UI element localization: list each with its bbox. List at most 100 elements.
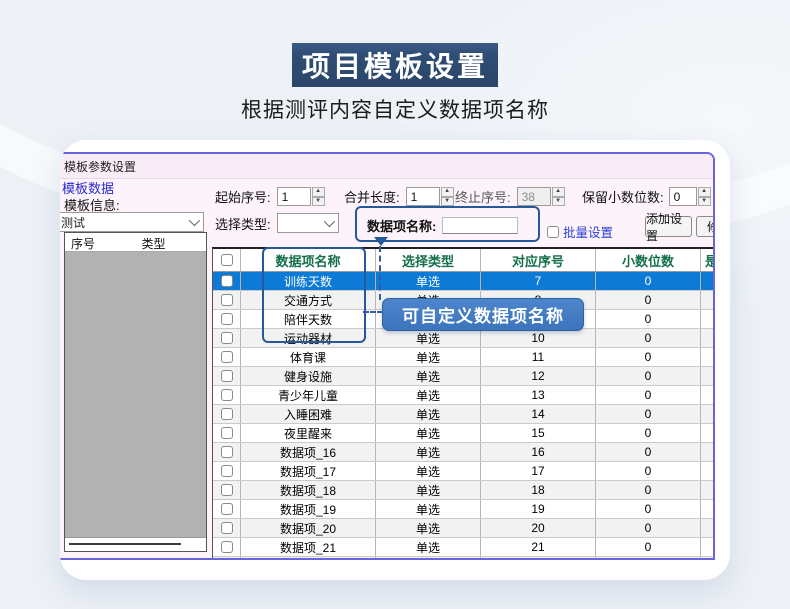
cell-name: 数据项_21 bbox=[241, 538, 376, 556]
page-title: 项目模板设置 bbox=[292, 43, 498, 87]
cell-type: 单选 bbox=[376, 405, 481, 423]
cell-type: 单选 bbox=[376, 500, 481, 518]
table-row[interactable]: 数据项_19单选190 bbox=[213, 500, 715, 519]
dialog-title: 模板参数设置 bbox=[64, 158, 136, 175]
select-type-dropdown[interactable] bbox=[277, 213, 339, 233]
merge-len-input[interactable]: 1 bbox=[406, 187, 440, 206]
row-checkbox[interactable] bbox=[221, 370, 233, 382]
row-checkbox-cell bbox=[213, 500, 241, 518]
header-decimals[interactable]: 小数位数 bbox=[596, 249, 701, 271]
select-type-label: 选择类型: bbox=[215, 214, 271, 233]
cell-extra bbox=[701, 500, 715, 518]
annotation-arrow-icon bbox=[374, 237, 388, 246]
cell-name: 健身设施 bbox=[241, 367, 376, 385]
row-checkbox[interactable] bbox=[221, 503, 233, 515]
cell-decimals: 0 bbox=[596, 405, 701, 423]
annotation-dashed-line-horizontal bbox=[363, 311, 383, 313]
table-row[interactable]: 数据项_18单选180 bbox=[213, 481, 715, 500]
cell-serial: 17 bbox=[481, 462, 596, 480]
table-row[interactable]: 数据项_16单选160 bbox=[213, 443, 715, 462]
cell-serial: 12 bbox=[481, 367, 596, 385]
spinner-down-icon[interactable]: ▼ bbox=[441, 197, 454, 207]
row-checkbox[interactable] bbox=[221, 484, 233, 496]
table-row[interactable]: 夜里醒来单选150 bbox=[213, 424, 715, 443]
table-row[interactable]: 入睡困难单选140 bbox=[213, 405, 715, 424]
cell-type: 单选 bbox=[376, 443, 481, 461]
header-extra[interactable]: 是 bbox=[701, 249, 715, 271]
row-checkbox-cell bbox=[213, 367, 241, 385]
row-checkbox[interactable] bbox=[221, 522, 233, 534]
modify-button[interactable]: 修改 bbox=[696, 216, 715, 237]
cell-serial: 16 bbox=[481, 443, 596, 461]
row-checkbox[interactable] bbox=[221, 427, 233, 439]
cell-decimals: 0 bbox=[596, 386, 701, 404]
row-checkbox[interactable] bbox=[221, 332, 233, 344]
merge-len-spinner[interactable]: ▲▼ bbox=[441, 187, 454, 206]
dialog-titlebar[interactable]: 模板参数设置 bbox=[60, 154, 713, 179]
decimals-label: 保留小数位数: bbox=[582, 187, 664, 206]
decimals-input[interactable]: 0 bbox=[669, 187, 697, 206]
row-checkbox[interactable] bbox=[221, 313, 233, 325]
row-checkbox-cell bbox=[213, 310, 241, 328]
template-list-scrollbar[interactable] bbox=[65, 537, 206, 551]
cell-name: 入睡困难 bbox=[241, 405, 376, 423]
cell-extra bbox=[701, 405, 715, 423]
table-row[interactable]: 数据项_17单选170 bbox=[213, 462, 715, 481]
template-list-body[interactable] bbox=[65, 252, 206, 537]
spinner-up-icon[interactable]: ▲ bbox=[698, 187, 711, 197]
row-checkbox-cell bbox=[213, 538, 241, 556]
table-row[interactable]: 数据项_22单选220 bbox=[213, 557, 715, 560]
header-serial[interactable]: 对应序号 bbox=[481, 249, 596, 271]
select-all-checkbox[interactable] bbox=[221, 254, 233, 266]
row-checkbox[interactable] bbox=[221, 351, 233, 363]
cell-decimals: 0 bbox=[596, 272, 701, 290]
table-row[interactable]: 青少年儿童单选130 bbox=[213, 386, 715, 405]
cell-type: 单选 bbox=[376, 538, 481, 556]
template-select[interactable]: 测试 bbox=[60, 212, 204, 232]
start-no-input[interactable]: 1 bbox=[277, 187, 311, 206]
cell-name: 夜里醒来 bbox=[241, 424, 376, 442]
cell-name: 数据项_19 bbox=[241, 500, 376, 518]
cell-type: 单选 bbox=[376, 557, 481, 560]
chevron-down-icon bbox=[323, 216, 334, 227]
cell-name: 数据项_18 bbox=[241, 481, 376, 499]
cell-type: 单选 bbox=[376, 272, 481, 290]
table-row[interactable]: 数据项_20单选200 bbox=[213, 519, 715, 538]
add-settings-button[interactable]: 添加设置 bbox=[645, 216, 692, 237]
cell-extra bbox=[701, 348, 715, 366]
table-row[interactable]: 数据项_21单选210 bbox=[213, 538, 715, 557]
batch-checkbox[interactable] bbox=[547, 226, 559, 238]
row-checkbox[interactable] bbox=[221, 465, 233, 477]
cell-type: 单选 bbox=[376, 462, 481, 480]
table-row[interactable]: 体育课单选110 bbox=[213, 348, 715, 367]
row-checkbox-cell bbox=[213, 291, 241, 309]
cell-serial: 10 bbox=[481, 329, 596, 347]
cell-decimals: 0 bbox=[596, 500, 701, 518]
spinner-up-icon[interactable]: ▲ bbox=[312, 187, 325, 197]
cell-serial: 22 bbox=[481, 557, 596, 560]
cell-type: 单选 bbox=[376, 519, 481, 537]
header-type[interactable]: 选择类型 bbox=[376, 249, 481, 271]
row-checkbox[interactable] bbox=[221, 541, 233, 553]
table-row[interactable]: 健身设施单选120 bbox=[213, 367, 715, 386]
cell-extra bbox=[701, 462, 715, 480]
start-no-spinner[interactable]: ▲▼ bbox=[312, 187, 325, 206]
row-checkbox[interactable] bbox=[221, 408, 233, 420]
row-checkbox[interactable] bbox=[221, 446, 233, 458]
cell-name: 数据项_22 bbox=[241, 557, 376, 560]
cell-decimals: 0 bbox=[596, 291, 701, 309]
scrollbar-thumb[interactable] bbox=[69, 543, 181, 545]
batch-setting-group: 批量设置 bbox=[547, 222, 613, 241]
decimals-spinner[interactable]: ▲▼ bbox=[698, 187, 711, 206]
row-checkbox[interactable] bbox=[221, 389, 233, 401]
cell-serial: 14 bbox=[481, 405, 596, 423]
spinner-down-icon[interactable]: ▼ bbox=[698, 197, 711, 207]
cell-decimals: 0 bbox=[596, 481, 701, 499]
row-checkbox[interactable] bbox=[221, 294, 233, 306]
row-checkbox[interactable] bbox=[221, 275, 233, 287]
row-checkbox-cell bbox=[213, 462, 241, 480]
template-items-list[interactable]: 序号 类型 bbox=[64, 232, 207, 552]
spinner-down-icon[interactable]: ▼ bbox=[312, 197, 325, 207]
page: 项目模板设置 根据测评内容自定义数据项名称 模板参数设置 模板数据 模板信息: … bbox=[0, 0, 790, 609]
spinner-up-icon[interactable]: ▲ bbox=[441, 187, 454, 197]
